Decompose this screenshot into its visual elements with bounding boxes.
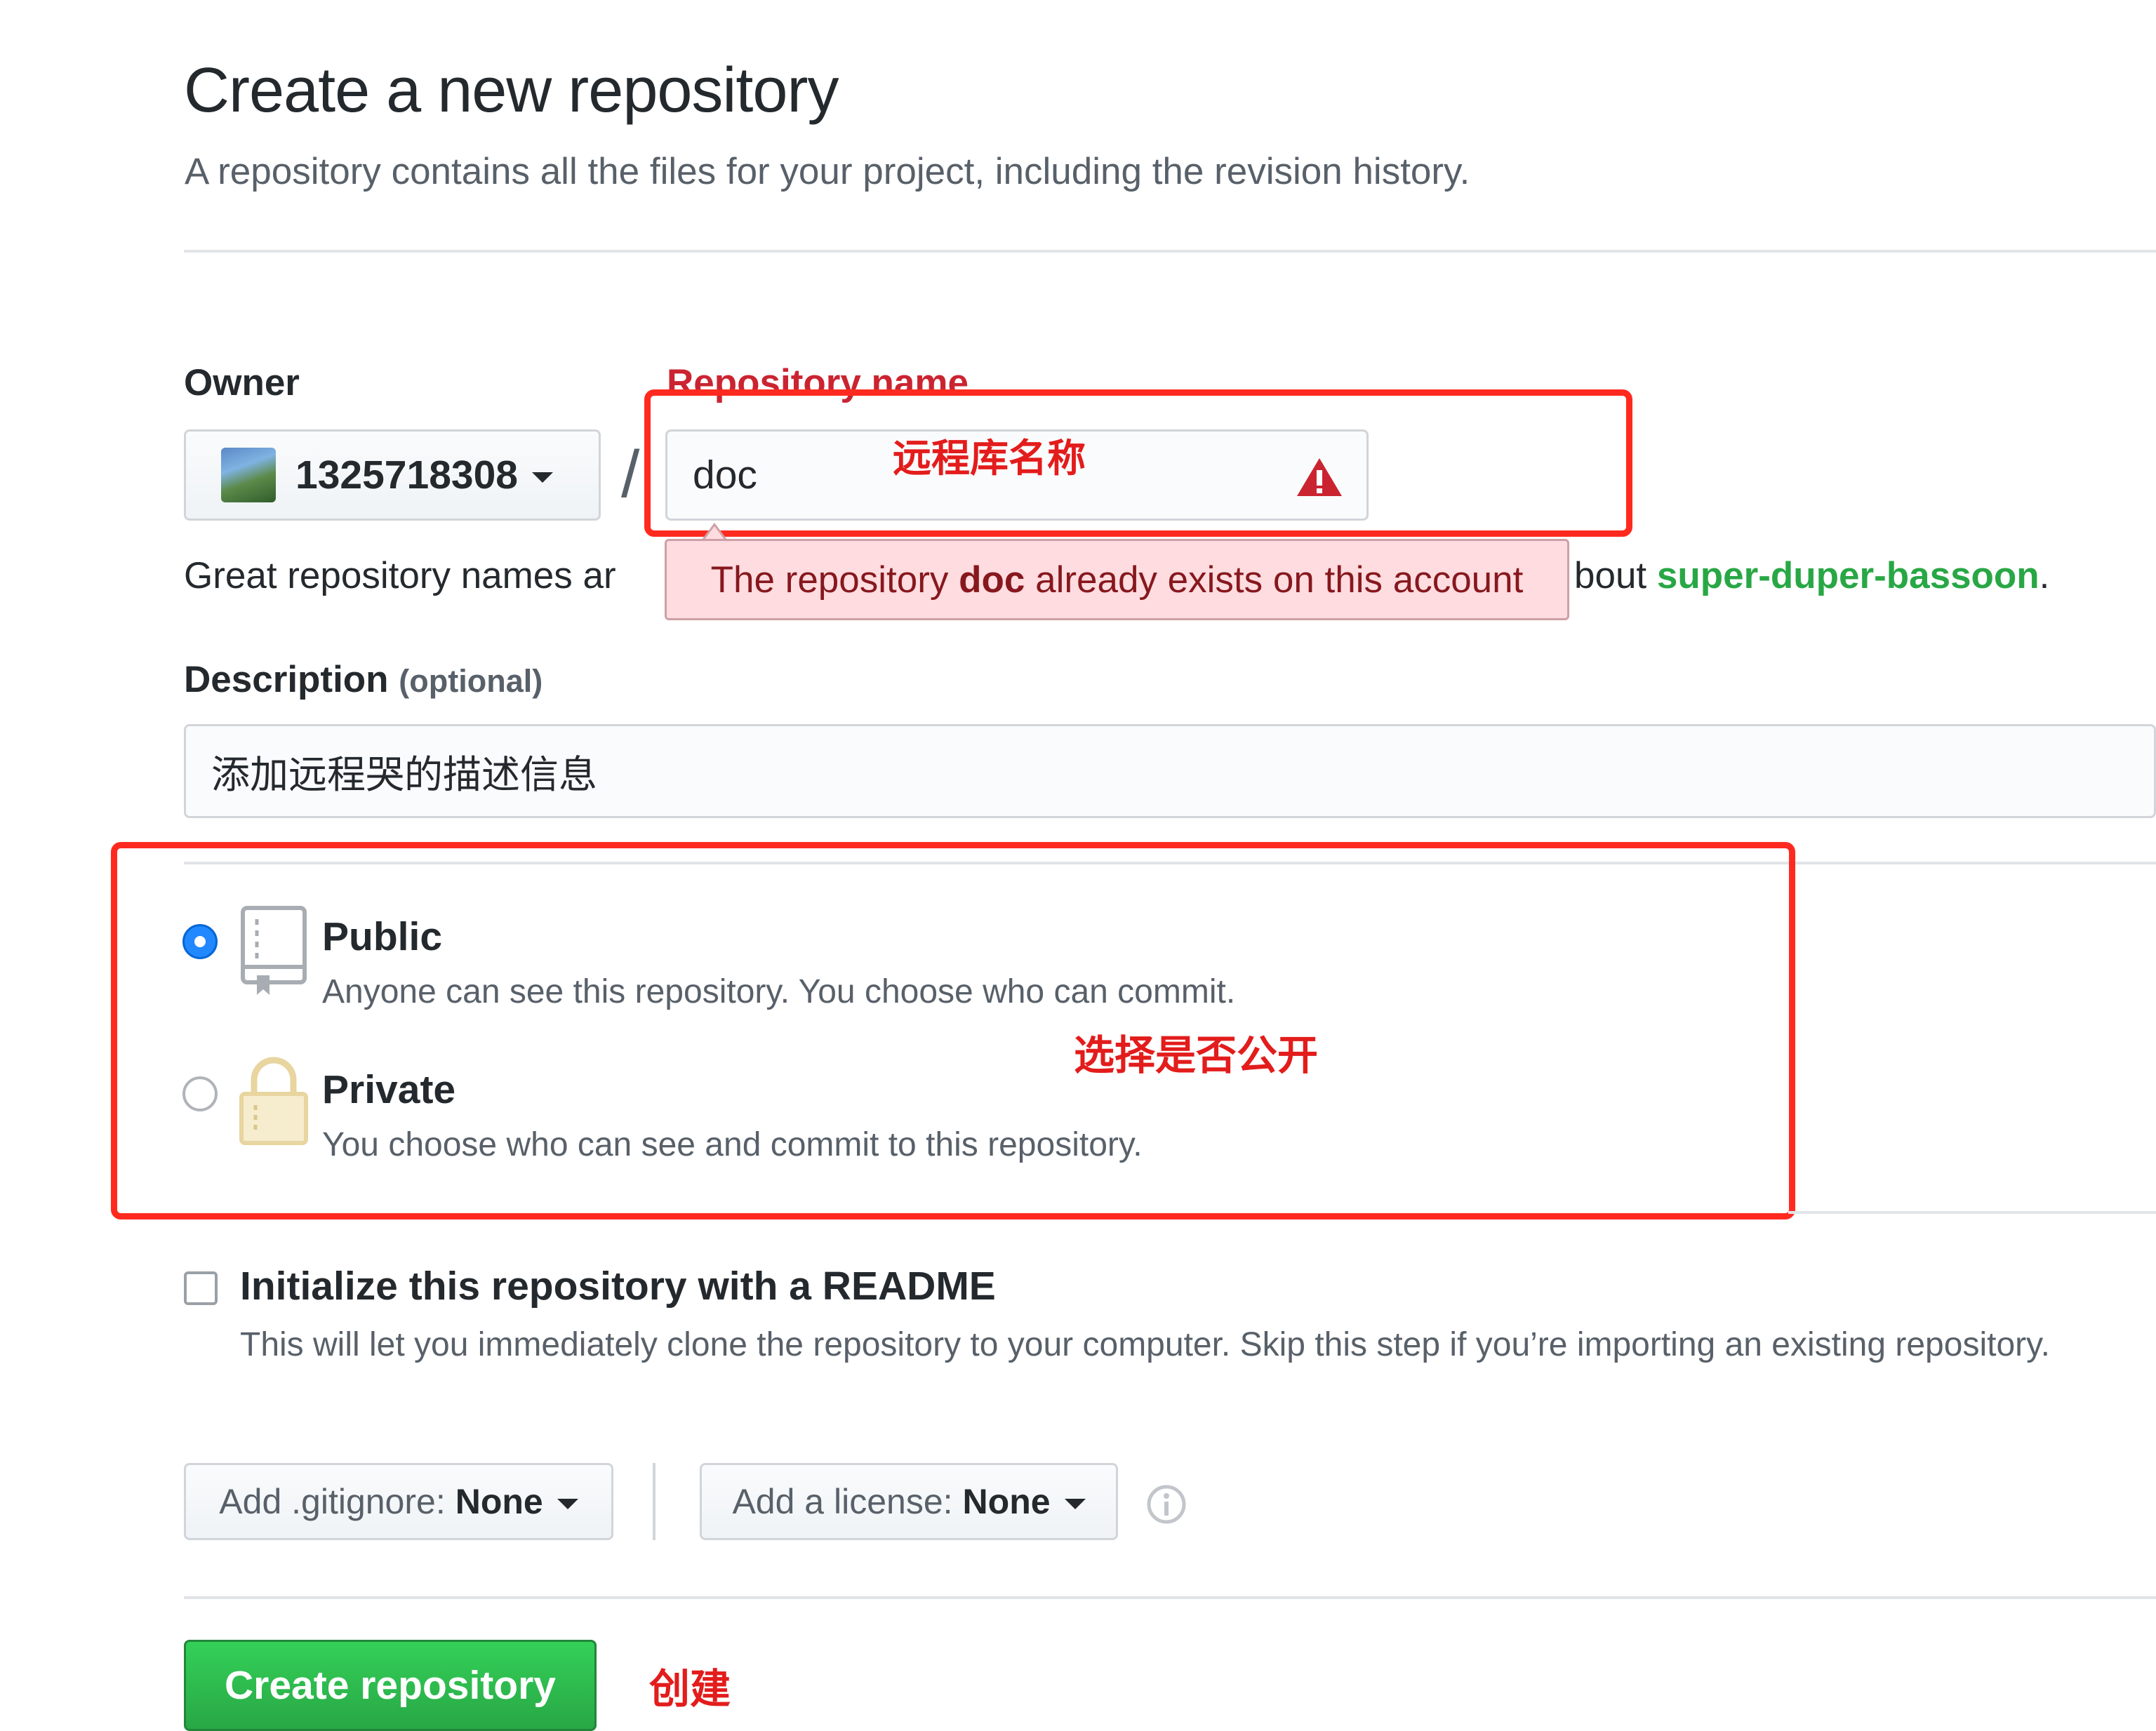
readme-title: Initialize this repository with a README: [240, 1264, 996, 1309]
header-divider: [184, 250, 2156, 253]
owner-name: 1325718308: [295, 453, 519, 497]
readme-checkbox[interactable]: [184, 1271, 218, 1305]
info-icon[interactable]: [1146, 1484, 1187, 1525]
gitignore-select-button[interactable]: Add .gitignore: None: [184, 1463, 613, 1540]
repo-name-hint: Great repository names ar: [184, 555, 616, 596]
footer-divider: [184, 1596, 2156, 1599]
visibility-divider: [1788, 1211, 2156, 1214]
page-subtitle: A repository contains all the files for …: [185, 151, 1470, 192]
select-divider: [653, 1463, 656, 1540]
owner-select-button[interactable]: 1325718308: [184, 429, 601, 521]
caret-down-icon: [532, 472, 554, 483]
annotation-repo-name: 远程库名称: [893, 436, 1086, 481]
caret-down-icon: [557, 1498, 578, 1509]
repo-name-hint-suffix: bout super-duper-bassoon.: [1574, 555, 2050, 596]
error-tooltip-caret-inner: [704, 526, 725, 540]
page-title: Create a new repository: [184, 55, 839, 126]
annotation-visibility: 选择是否公开: [1074, 1031, 1319, 1079]
readme-description: This will let you immediately clone the …: [240, 1326, 2050, 1363]
create-repository-button[interactable]: Create repository: [184, 1640, 597, 1731]
annotation-create: 创建: [649, 1665, 731, 1713]
owner-label: Owner: [184, 362, 300, 403]
annotation-box-repo-name: [644, 389, 1632, 537]
caret-down-icon: [1064, 1498, 1086, 1509]
annotation-box-visibility: [111, 842, 1795, 1219]
repo-exists-error: The repository doc already exists on thi…: [665, 539, 1569, 620]
description-input[interactable]: 添加远程哭的描述信息: [184, 724, 2156, 818]
avatar: [221, 448, 276, 502]
suggested-name-link[interactable]: super-duper-bassoon: [1657, 555, 2039, 596]
owner-repo-separator: /: [621, 437, 640, 512]
license-select-button[interactable]: Add a license: None: [700, 1463, 1118, 1540]
description-label: Description (optional): [184, 659, 543, 700]
